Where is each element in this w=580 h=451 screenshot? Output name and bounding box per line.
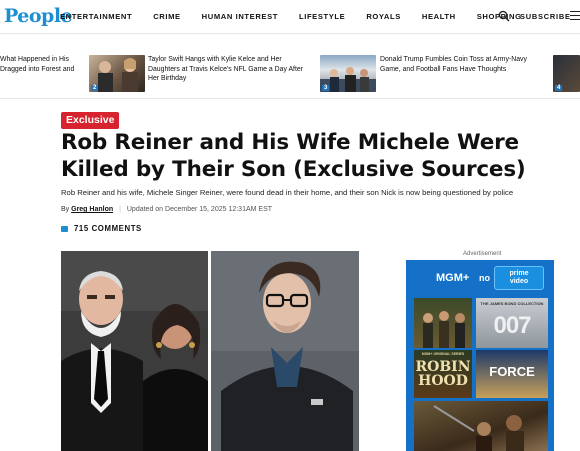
trending-item[interactable]: Taylor Swift Hangs with Kylie Kelce and …	[148, 55, 308, 84]
trending-number: 3	[322, 85, 330, 91]
ad-poster-robin-hood: MGM+ ORIGINAL SERIES ROBIN HOOD	[414, 350, 472, 398]
trending-thumbnail[interactable]: 3	[320, 55, 376, 92]
ad-poster-battle	[414, 401, 548, 451]
nav-links: ENTERTAINMENT CRIME HUMAN INTEREST LIFES…	[60, 12, 543, 21]
photo-son	[211, 251, 359, 451]
exclusive-tag[interactable]: Exclusive	[61, 112, 120, 129]
nav-royals[interactable]: ROYALS	[366, 12, 401, 21]
menu-icon[interactable]	[570, 11, 580, 21]
top-navigation: People ENTERTAINMENT CRIME HUMAN INTERES…	[0, 0, 580, 34]
poster-art	[423, 311, 465, 348]
trending-item[interactable]: Donald Trump Fumbles Coin Toss at Army-N…	[380, 55, 540, 74]
trending-item[interactable]: What Happened in His Dragged into Forest…	[0, 55, 82, 74]
poster-art	[433, 405, 524, 451]
photo-couple	[61, 251, 208, 451]
ad-no-text: no	[479, 273, 490, 283]
poster-title: 007	[493, 312, 531, 339]
ad-poster-bond: THE JAMES BOND COLLECTION 007	[476, 298, 548, 348]
comment-icon	[61, 225, 68, 232]
trending-item-text: What Happened in His Dragged into Forest…	[0, 56, 75, 73]
prime-video-logo: prime video	[494, 266, 544, 290]
poster-caption: MGM+ ORIGINAL SERIES	[421, 352, 465, 356]
article-headline: Rob Reiner and His Wife Michele Were Kil…	[61, 130, 526, 182]
nav-entertainment[interactable]: ENTERTAINMENT	[60, 12, 132, 21]
nav-lifestyle[interactable]: LIFESTYLE	[299, 12, 345, 21]
byline: By Greg Hanlon | Updated on December 15,…	[61, 206, 272, 213]
nav-crime[interactable]: CRIME	[153, 12, 180, 21]
hero-image-couple	[61, 251, 208, 451]
prime-line: prime	[509, 270, 529, 277]
trending-thumbnail[interactable]: 2	[89, 55, 145, 92]
updated-date: Updated on December 15, 2025 12:31AM EST	[126, 206, 273, 213]
advertisement-label: Advertisement	[463, 251, 502, 257]
ad-brand: MGM+	[436, 272, 470, 284]
trending-strip: What Happened in His Dragged into Forest…	[0, 35, 580, 99]
ad-poster	[414, 298, 472, 348]
search-icon[interactable]	[498, 10, 510, 22]
nav-health[interactable]: HEALTH	[422, 12, 456, 21]
ad-poster-force: FORCE	[476, 350, 548, 398]
poster-caption: THE JAMES BOND COLLECTION	[480, 301, 544, 306]
article-dek: Rob Reiner and his wife, Michele Singer …	[61, 188, 514, 197]
byline-prefix: By	[61, 206, 70, 213]
poster-title: FORCE	[489, 364, 535, 379]
advertisement[interactable]: MGM+ no prime video THE JAMES BOND COLLE…	[406, 260, 554, 451]
trending-item-text: Taylor Swift Hangs with Kylie Kelce and …	[148, 56, 304, 82]
subscribe-button[interactable]: SUBSCRIBE	[520, 12, 571, 21]
author-link[interactable]: Greg Hanlon	[71, 206, 113, 213]
trending-thumbnail[interactable]: 4	[553, 55, 580, 92]
byline-divider: |	[119, 206, 121, 213]
trending-number: 4	[555, 85, 563, 91]
video-line: video	[509, 278, 529, 285]
comments-count: 715 COMMENTS	[74, 224, 142, 233]
poster-title: ROBIN HOOD	[415, 359, 471, 389]
trending-item-text: Donald Trump Fumbles Coin Toss at Army-N…	[380, 56, 527, 73]
hero-image-son	[211, 251, 359, 451]
trending-number: 2	[91, 85, 99, 91]
nav-human-interest[interactable]: HUMAN INTEREST	[202, 12, 278, 21]
comments-button[interactable]: 715 COMMENTS	[61, 224, 142, 233]
